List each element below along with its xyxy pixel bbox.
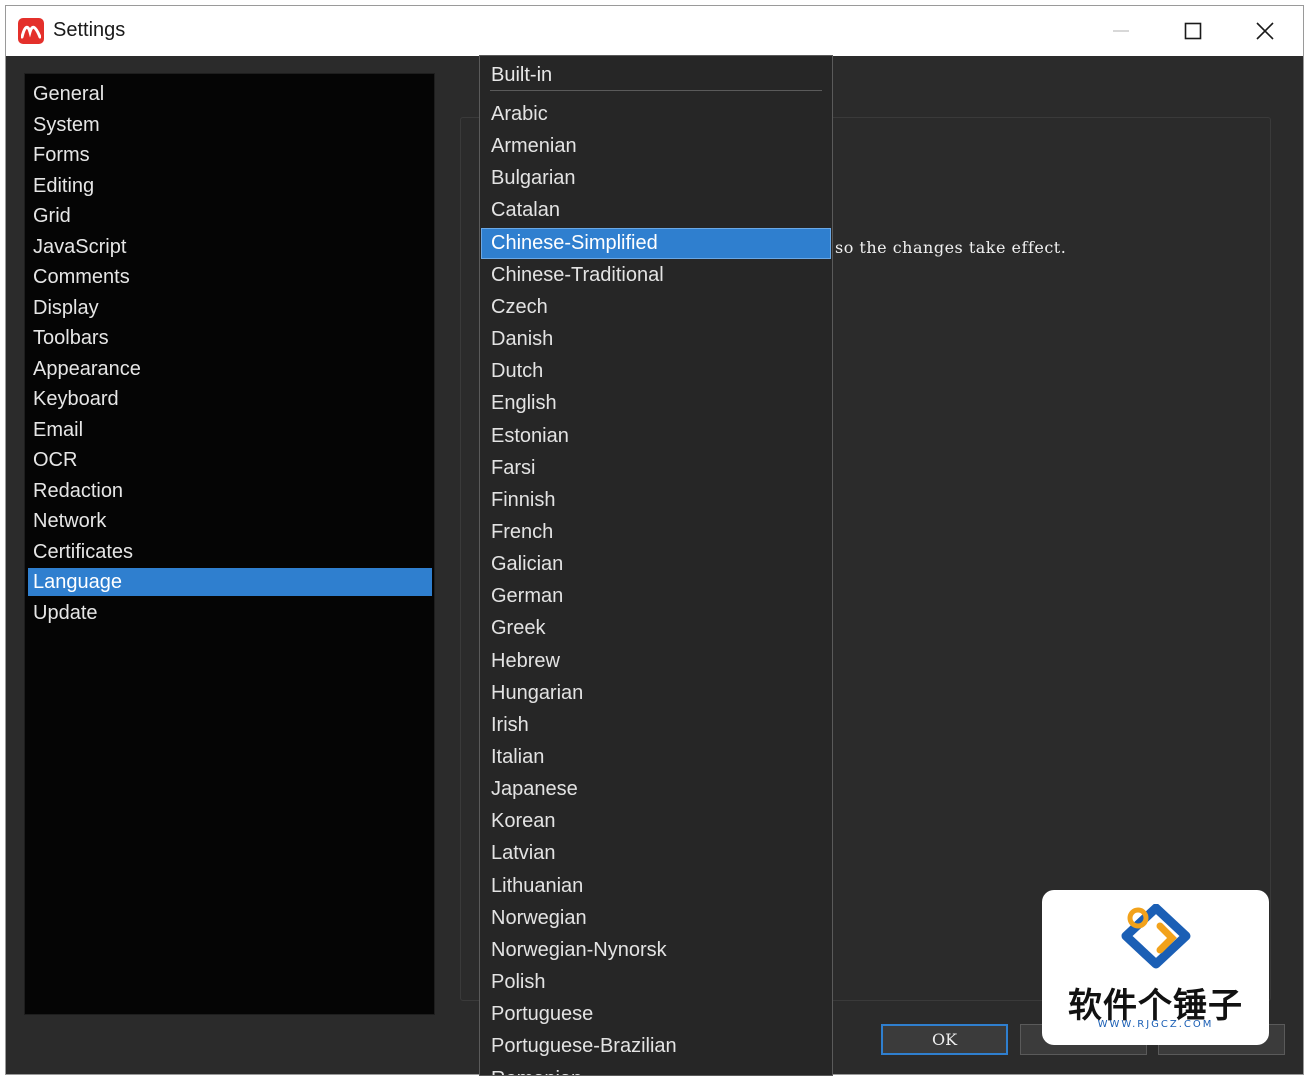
language-option-english[interactable]: English <box>481 388 831 419</box>
language-option-norwegian[interactable]: Norwegian <box>481 903 831 934</box>
language-option-arabic[interactable]: Arabic <box>481 99 831 130</box>
nav-item-keyboard[interactable]: Keyboard <box>28 385 432 413</box>
watermark-badge: 软件个锤子 WWW.RJGCZ.COM <box>1042 890 1269 1045</box>
nav-item-ocr[interactable]: OCR <box>28 446 432 474</box>
language-option-dutch[interactable]: Dutch <box>481 356 831 387</box>
language-option-german[interactable]: German <box>481 581 831 612</box>
language-option-lithuanian[interactable]: Lithuanian <box>481 871 831 902</box>
nav-item-javascript[interactable]: JavaScript <box>28 233 432 261</box>
title-bar[interactable]: Settings <box>6 6 1303 56</box>
language-option-hebrew[interactable]: Hebrew <box>481 646 831 677</box>
language-option-french[interactable]: French <box>481 517 831 548</box>
language-option-armenian[interactable]: Armenian <box>481 131 831 162</box>
minimize-button[interactable] <box>1086 6 1156 56</box>
nav-item-system[interactable]: System <box>28 111 432 139</box>
nav-item-certificates[interactable]: Certificates <box>28 538 432 566</box>
language-option-catalan[interactable]: Catalan <box>481 195 831 226</box>
nav-item-network[interactable]: Network <box>28 507 432 535</box>
language-option-estonian[interactable]: Estonian <box>481 421 831 452</box>
language-option-portuguese-brazilian[interactable]: Portuguese-Brazilian <box>481 1031 831 1062</box>
language-option-danish[interactable]: Danish <box>481 324 831 355</box>
language-option-japanese[interactable]: Japanese <box>481 774 831 805</box>
language-option-greek[interactable]: Greek <box>481 613 831 644</box>
nav-item-toolbars[interactable]: Toolbars <box>28 324 432 352</box>
settings-category-list[interactable]: General System Forms Editing Grid JavaScript C… <box>24 73 435 1015</box>
nav-item-appearance[interactable]: Appearance <box>28 355 432 383</box>
nav-item-language[interactable]: Language <box>28 568 432 596</box>
nav-item-grid[interactable]: Grid <box>28 202 432 230</box>
maximize-button[interactable] <box>1158 6 1228 56</box>
language-option-hungarian[interactable]: Hungarian <box>481 678 831 709</box>
nav-item-general[interactable]: General <box>28 80 432 108</box>
language-option-latvian[interactable]: Latvian <box>481 838 831 869</box>
language-option-bulgarian[interactable]: Bulgarian <box>481 163 831 194</box>
language-option-korean[interactable]: Korean <box>481 806 831 837</box>
nav-item-forms[interactable]: Forms <box>28 141 432 169</box>
close-button[interactable] <box>1230 6 1300 56</box>
language-option-romanian[interactable]: Romanian <box>481 1064 831 1076</box>
restart-notice-text: so the changes take effect. <box>835 238 1067 257</box>
language-option-portuguese[interactable]: Portuguese <box>481 999 831 1030</box>
dropdown-group-header: Built-in <box>491 64 553 86</box>
rjgcz-logo-icon <box>1120 903 1192 975</box>
window-title: Settings <box>53 19 126 41</box>
nav-item-email[interactable]: Email <box>28 416 432 444</box>
language-option-irish[interactable]: Irish <box>481 710 831 741</box>
dropdown-separator <box>490 90 822 91</box>
language-dropdown-list[interactable]: Built-in Arabic Armenian Bulgarian Catalan C… <box>479 55 833 1076</box>
nav-item-display[interactable]: Display <box>28 294 432 322</box>
nav-item-editing[interactable]: Editing <box>28 172 432 200</box>
language-option-chinese-traditional[interactable]: Chinese-Traditional <box>481 260 831 291</box>
language-option-norwegian-nynorsk[interactable]: Norwegian-Nynorsk <box>481 935 831 966</box>
language-option-czech[interactable]: Czech <box>481 292 831 323</box>
language-option-finnish[interactable]: Finnish <box>481 485 831 516</box>
nav-item-redaction[interactable]: Redaction <box>28 477 432 505</box>
nav-item-comments[interactable]: Comments <box>28 263 432 291</box>
language-option-italian[interactable]: Italian <box>481 742 831 773</box>
language-option-chinese-simplified[interactable]: Chinese-Simplified <box>481 227 831 259</box>
ok-button[interactable]: OK <box>881 1024 1008 1055</box>
language-option-galician[interactable]: Galician <box>481 549 831 580</box>
app-logo-icon <box>18 18 44 44</box>
nav-item-update[interactable]: Update <box>28 599 432 627</box>
watermark-url: WWW.RJGCZ.COM <box>1097 1019 1214 1030</box>
language-option-farsi[interactable]: Farsi <box>481 453 831 484</box>
language-option-polish[interactable]: Polish <box>481 967 831 998</box>
